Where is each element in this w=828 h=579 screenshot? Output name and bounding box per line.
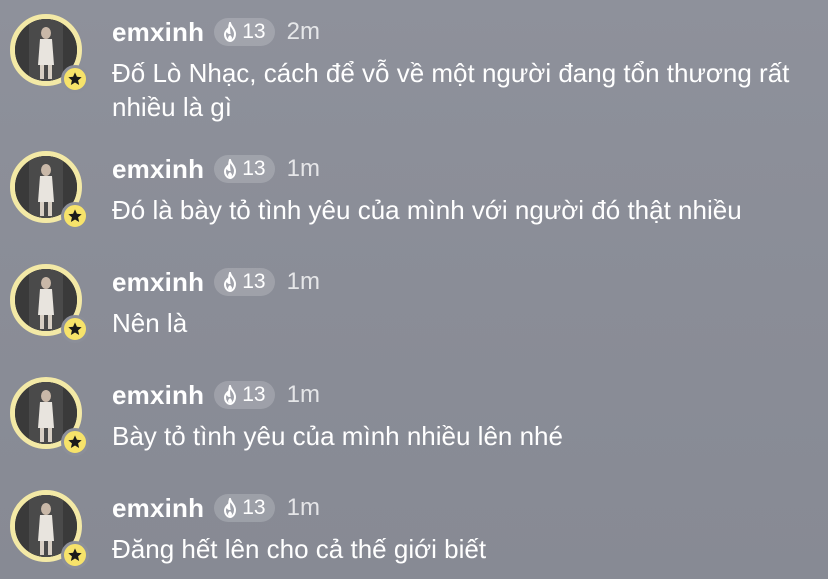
avatar[interactable] xyxy=(10,264,89,343)
timestamp: 1m xyxy=(286,268,320,295)
message-text: Đố Lò Nhạc, cách để vỗ về một người đang… xyxy=(112,58,790,122)
flame-icon xyxy=(224,272,237,292)
star-icon xyxy=(68,209,82,222)
timestamp: 1m xyxy=(286,494,320,521)
streak-badge: 13 xyxy=(214,268,275,296)
star-badge xyxy=(61,315,89,343)
avatar[interactable] xyxy=(10,151,89,230)
streak-count: 13 xyxy=(242,496,266,519)
username[interactable]: emxinh xyxy=(112,380,204,411)
star-icon xyxy=(68,72,82,85)
star-badge xyxy=(61,202,89,230)
flame-icon xyxy=(224,22,237,42)
avatar[interactable] xyxy=(10,14,89,93)
avatar[interactable] xyxy=(10,490,89,569)
username[interactable]: emxinh xyxy=(112,17,204,48)
timestamp: 1m xyxy=(286,381,320,408)
star-badge xyxy=(61,65,89,93)
streak-badge: 13 xyxy=(214,18,275,46)
message-text: Đăng hết lên cho cả thế giới biết xyxy=(112,534,487,564)
message-text: Bày tỏ tình yêu của mình nhiều lên nhé xyxy=(112,421,563,451)
username[interactable]: emxinh xyxy=(112,154,204,185)
username[interactable]: emxinh xyxy=(112,267,204,298)
message-header: emxinh 13 1m xyxy=(112,490,320,526)
message-text: Nên là xyxy=(112,308,188,338)
message-header: emxinh 13 1m xyxy=(112,151,320,187)
streak-badge: 13 xyxy=(214,494,275,522)
message-text: Đó là bày tỏ tình yêu của mình với người… xyxy=(112,195,742,225)
streak-count: 13 xyxy=(242,383,266,406)
flame-icon xyxy=(224,159,237,179)
avatar[interactable] xyxy=(10,377,89,456)
streak-count: 13 xyxy=(242,157,266,180)
message-header: emxinh 13 1m xyxy=(112,377,320,413)
streak-count: 13 xyxy=(242,20,266,43)
flame-icon xyxy=(224,385,237,405)
username[interactable]: emxinh xyxy=(112,493,204,524)
timestamp: 2m xyxy=(286,18,320,45)
star-badge xyxy=(61,541,89,569)
star-badge xyxy=(61,428,89,456)
star-icon xyxy=(68,435,82,448)
message-header: emxinh 13 2m xyxy=(112,14,320,50)
message-header: emxinh 13 1m xyxy=(112,264,320,300)
star-icon xyxy=(68,322,82,335)
timestamp: 1m xyxy=(286,155,320,182)
streak-badge: 13 xyxy=(214,155,275,183)
flame-icon xyxy=(224,498,237,518)
streak-count: 13 xyxy=(242,270,266,293)
star-icon xyxy=(68,548,82,561)
chat-feed: emxinh 13 2m Đố Lò Nhạc, cách để vỗ về m… xyxy=(0,0,828,579)
streak-badge: 13 xyxy=(214,381,275,409)
